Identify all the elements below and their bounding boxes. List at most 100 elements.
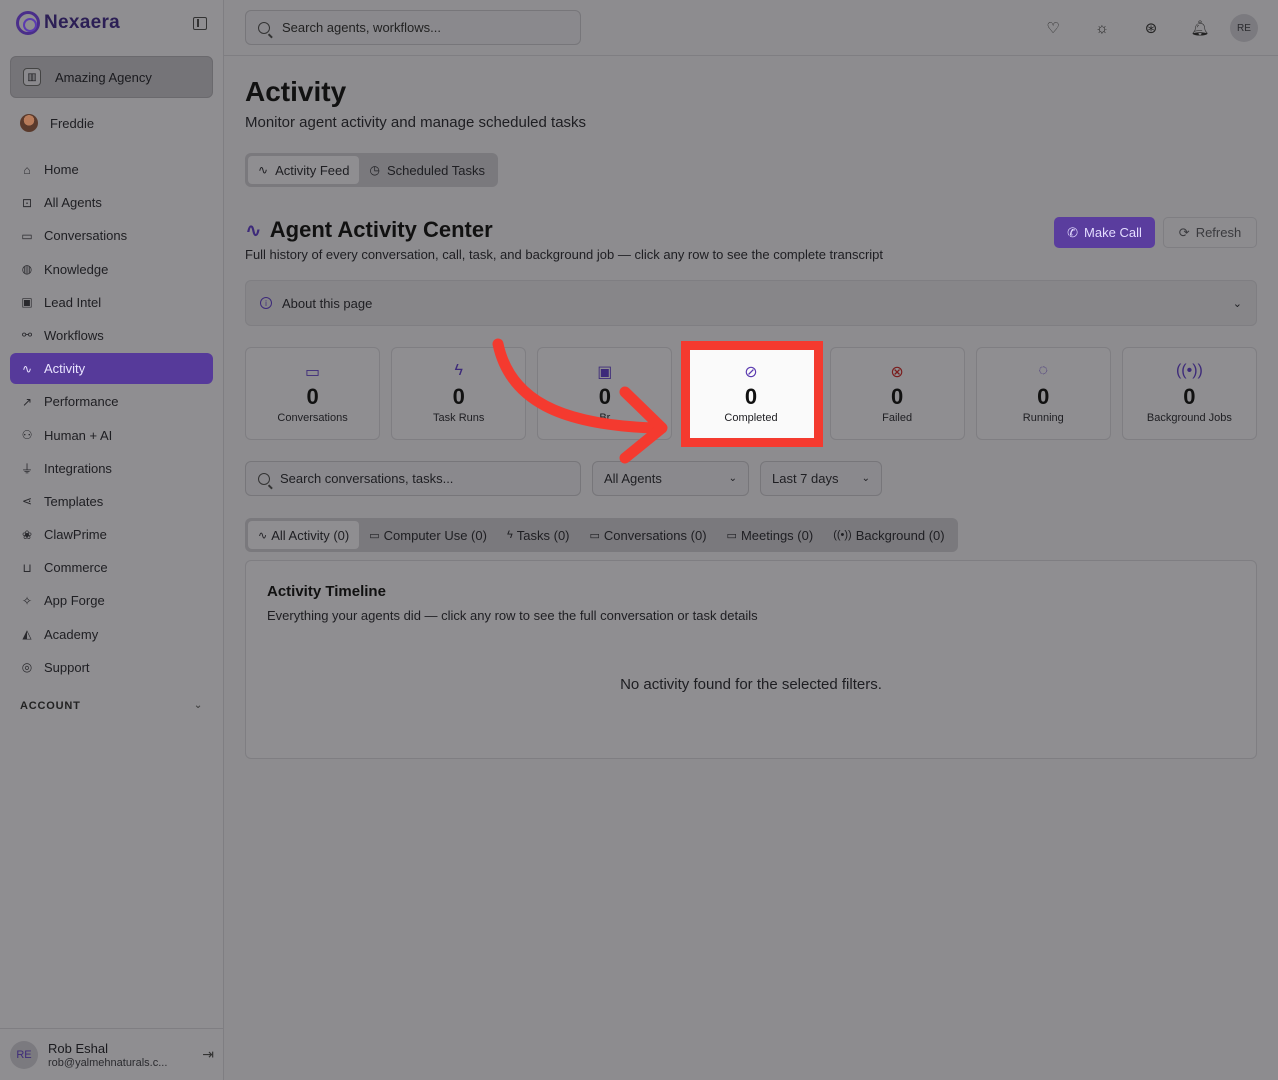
lifebuoy-icon: ◎ — [21, 660, 33, 675]
help-icon[interactable]: ⊛ — [1137, 14, 1165, 42]
home-icon: ⌂ — [23, 162, 31, 177]
search-icon — [258, 21, 270, 34]
page-title: Activity — [245, 76, 347, 107]
broadcast-icon: ((•)) — [1175, 362, 1203, 379]
tab-all-activity[interactable]: ∿ All Activity (0) — [248, 521, 360, 549]
graduation-icon: ◭ — [22, 627, 32, 642]
tab-computer-use[interactable]: ▭ Computer Use (0) — [359, 521, 497, 549]
timeline-empty-state: No activity found for the selected filte… — [620, 676, 882, 693]
activity-center-header: ∿ Agent Activity Center Full history of e… — [245, 217, 1257, 265]
stat-background-jobs[interactable]: ((•)) 0 Background Jobs — [1121, 347, 1257, 440]
agency-switcher[interactable]: ▥ Amazing Agency — [10, 56, 213, 98]
activity-center-subtitle: Full history of every conversation, call… — [245, 247, 884, 262]
spinner-icon: ◌ — [1038, 362, 1049, 379]
activity-timeline: Activity Timeline Everything your agents… — [245, 560, 1257, 759]
refresh-icon: ⟳ — [1178, 224, 1190, 240]
current-user[interactable]: Freddie — [0, 98, 223, 148]
chevron-down-icon: ⌄ — [193, 700, 203, 712]
clock-icon: ◷ — [369, 163, 380, 177]
sun-icon[interactable]: ☼ — [1088, 14, 1116, 42]
chat-icon: ▭ — [589, 529, 600, 542]
filters-row: Search conversations, tasks... All Agent… — [245, 461, 1257, 496]
global-search-input[interactable]: Search agents, workflows... — [245, 10, 581, 45]
chat-icon: ▭ — [305, 364, 321, 381]
sidebar-item-workflows[interactable]: ⚯ Workflows — [10, 320, 213, 351]
date-range-select[interactable]: Last 7 days ⌄ — [760, 461, 882, 496]
top-avatar[interactable]: RE — [1230, 14, 1258, 42]
sidebar-collapse-icon[interactable] — [193, 16, 207, 30]
trending-icon: ↗ — [21, 394, 33, 409]
account-footer: RE Rob Eshal rob@yalmehnaturals.c... ⇥ — [0, 1028, 224, 1080]
sidebar-item-commerce[interactable]: ⊔ Commerce — [10, 552, 213, 583]
activity-icon: ∿ — [21, 361, 33, 376]
sparkle-icon: ✧ — [21, 593, 33, 608]
search-icon — [258, 472, 270, 485]
sidebar-item-support[interactable]: ◎ Support — [10, 652, 213, 683]
sidebar-item-home[interactable]: ⌂ Home — [10, 154, 213, 185]
sidebar-item-lead-intel[interactable]: ▣ Lead Intel — [10, 287, 213, 318]
sidebar-item-all-agents[interactable]: ⊡ All Agents — [10, 187, 213, 218]
paw-icon: ❀ — [21, 527, 33, 542]
tab-tasks[interactable]: ϟ Tasks (0) — [497, 521, 580, 549]
agency-name: Amazing Agency — [55, 69, 152, 85]
topbar: Search agents, workflows... ♡ ☼ ⊛ 🔔︎ RE — [224, 0, 1278, 56]
sidebar-item-human-ai[interactable]: ⚇ Human + AI — [10, 420, 213, 451]
brand-logo-icon — [16, 11, 40, 35]
workflow-icon: ⚯ — [21, 328, 33, 343]
activity-icon: ∿ — [245, 219, 262, 242]
lightning-icon: ϟ — [506, 529, 513, 541]
sidebar-item-academy[interactable]: ◭ Academy — [10, 619, 213, 650]
stat-completed[interactable]: ⊘ 0 Completed — [683, 347, 819, 440]
about-accordion[interactable]: i About this page ⌄ — [245, 280, 1257, 326]
chat-icon: ▭ — [21, 228, 33, 243]
bot-icon: ⊡ — [21, 195, 33, 210]
monitor-icon: ▭ — [369, 529, 380, 542]
globe-icon: ◍ — [21, 262, 33, 277]
account-avatar[interactable]: RE — [10, 1040, 38, 1069]
bell-icon[interactable]: 🔔︎ — [1186, 14, 1214, 42]
tab-scheduled-tasks[interactable]: ◷ Scheduled Tasks — [359, 156, 495, 184]
people-icon: ⚇ — [21, 428, 33, 442]
refresh-button[interactable]: ⟳ Refresh — [1163, 217, 1257, 248]
activity-center-title: Agent Activity Center — [269, 217, 493, 242]
lightning-icon: ϟ — [454, 362, 463, 379]
sidebar-item-clawprime[interactable]: ❀ ClawPrime — [10, 519, 213, 550]
heart-icon[interactable]: ♡ — [1039, 14, 1067, 42]
sidebar-item-performance[interactable]: ↗ Performance — [10, 386, 213, 417]
activity-type-tabs: ∿ All Activity (0) ▭ Computer Use (0) ϟ Tas… — [245, 518, 958, 552]
stat-running[interactable]: ◌ 0 Running — [975, 347, 1111, 440]
tab-activity-feed[interactable]: ∿ Activity Feed — [248, 156, 360, 184]
page-subtitle: Monitor agent activity and manage schedu… — [245, 114, 587, 131]
tab-conversations[interactable]: ▭ Conversations (0) — [580, 521, 717, 549]
main-content: Activity Monitor agent activity and mana… — [245, 56, 1257, 759]
sidebar-item-templates[interactable]: ⋖ Templates — [10, 486, 213, 517]
share-icon: ⋖ — [21, 494, 33, 509]
sidebar-nav: ⌂ Home ⊡ All Agents ▭ Conversations ◍ Knowle… — [0, 154, 223, 683]
annotation-arrow — [492, 338, 668, 464]
chevron-down-icon: ⌄ — [728, 473, 737, 484]
plug-icon: ⏚ — [20, 461, 33, 476]
brand-name: Nexaera — [44, 12, 121, 33]
tab-meetings[interactable]: ▭ Meetings (0) — [717, 521, 824, 549]
activity-icon: ∿ — [258, 163, 269, 177]
sidebar: Nexaera ▥ Amazing Agency Freddie ⌂ Home ⊡… — [0, 0, 224, 1080]
cart-icon: ⊔ — [22, 560, 32, 575]
user-name: Freddie — [50, 115, 95, 131]
sidebar-item-integrations[interactable]: ⏚ Integrations — [10, 453, 213, 484]
stats-row: ▭ 0 Conversations ϟ 0 Task Runs ▣ 0 Br ⊘ 0 Compl… — [245, 347, 1257, 440]
account-section-toggle[interactable]: ACCOUNT ⌄ — [0, 689, 223, 723]
contact-icon: ▣ — [21, 295, 33, 310]
stat-conversations[interactable]: ▭ 0 Conversations — [245, 347, 381, 440]
tab-background[interactable]: ((•)) Background (0) — [823, 521, 954, 549]
stat-failed[interactable]: ⊗ 0 Failed — [829, 347, 965, 440]
user-photo — [20, 114, 38, 132]
timeline-subtitle: Everything your agents did — click any r… — [267, 608, 758, 623]
x-circle-icon: ⊗ — [890, 364, 904, 381]
make-call-button[interactable]: ✆ Make Call — [1054, 217, 1155, 248]
sidebar-item-app-forge[interactable]: ✧ App Forge — [10, 585, 213, 616]
logout-icon[interactable]: ⇥ — [202, 1046, 214, 1063]
page-tabs: ∿ Activity Feed ◷ Scheduled Tasks — [245, 153, 499, 187]
sidebar-item-conversations[interactable]: ▭ Conversations — [10, 220, 213, 251]
sidebar-item-activity[interactable]: ∿ Activity — [10, 353, 213, 385]
sidebar-item-knowledge[interactable]: ◍ Knowledge — [10, 254, 213, 285]
